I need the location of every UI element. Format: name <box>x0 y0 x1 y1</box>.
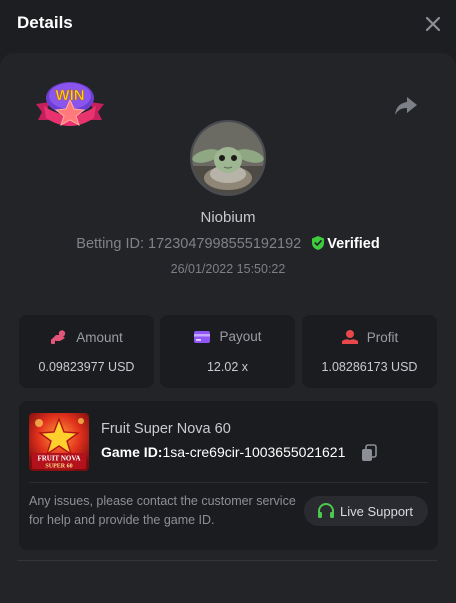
live-support-button[interactable]: Live Support <box>304 496 428 526</box>
thumb-title-1: FRUIT NOVA <box>37 455 80 463</box>
stat-amount: Amount 0.09823977 USD <box>19 315 154 388</box>
header: Details <box>0 0 456 48</box>
game-id-value: 1sa-cre69cir-1003655021621 <box>162 444 346 460</box>
bottom-divider <box>17 560 437 561</box>
win-badge: WIN <box>32 78 108 134</box>
profit-icon <box>341 330 358 344</box>
game-name[interactable]: Fruit Super Nova 60 <box>101 421 231 437</box>
card-divider <box>29 482 428 483</box>
verified-badge: Verified <box>327 236 380 252</box>
copy-icon[interactable] <box>361 444 377 462</box>
stat-value-profit: 1.08286173 USD <box>321 360 418 374</box>
game-thumbnail[interactable]: FRUIT NOVA SUPER 60 <box>29 413 89 471</box>
betting-id-label: Betting ID: <box>76 236 144 252</box>
betting-id-value: 1723047998555192192 <box>148 236 302 252</box>
copy-game-id-button[interactable] <box>361 444 377 462</box>
share-button[interactable] <box>392 94 420 118</box>
game-id-label: Game ID: <box>101 444 163 460</box>
player-name: Niobium <box>200 209 256 226</box>
card-icon <box>194 331 211 343</box>
dialog-title: Details <box>17 13 73 32</box>
game-thumbnail-image[interactable]: FRUIT NOVA SUPER 60 <box>29 413 89 471</box>
win-badge-text: WIN <box>55 87 84 104</box>
stat-label-amount: Amount <box>76 330 123 345</box>
game-id-row: Game ID:1sa-cre69cir-1003655021621 <box>101 444 345 460</box>
share-arrow-icon[interactable] <box>392 94 420 118</box>
live-support-label: Live Support <box>340 504 413 519</box>
stat-profit: Profit 1.08286173 USD <box>302 315 437 388</box>
avatar <box>190 120 266 196</box>
verified-shield-icon <box>312 236 325 250</box>
stat-payout: Payout 12.02 x <box>160 315 295 388</box>
support-message: Any issues, please contact the customer … <box>29 494 296 527</box>
coins-icon <box>51 330 66 344</box>
avatar-image <box>192 122 264 194</box>
stat-value-amount: 0.09823977 USD <box>38 360 135 374</box>
win-ribbon-icon: WIN <box>36 82 104 127</box>
close-icon[interactable] <box>420 11 446 37</box>
betting-id-row: Betting ID: 1723047998555192192 Verified <box>0 235 456 252</box>
close-button[interactable] <box>420 11 446 37</box>
game-card: FRUIT NOVA SUPER 60 Fruit Super Nova 60 … <box>19 401 438 550</box>
stat-value-payout: 12.02 x <box>206 360 248 374</box>
stat-label-payout: Payout <box>219 329 262 344</box>
bet-timestamp: 26/01/2022 15:50:22 <box>170 262 286 276</box>
headset-icon <box>318 503 334 518</box>
thumb-title-2: SUPER 60 <box>45 464 72 470</box>
stat-label-profit: Profit <box>366 330 399 345</box>
